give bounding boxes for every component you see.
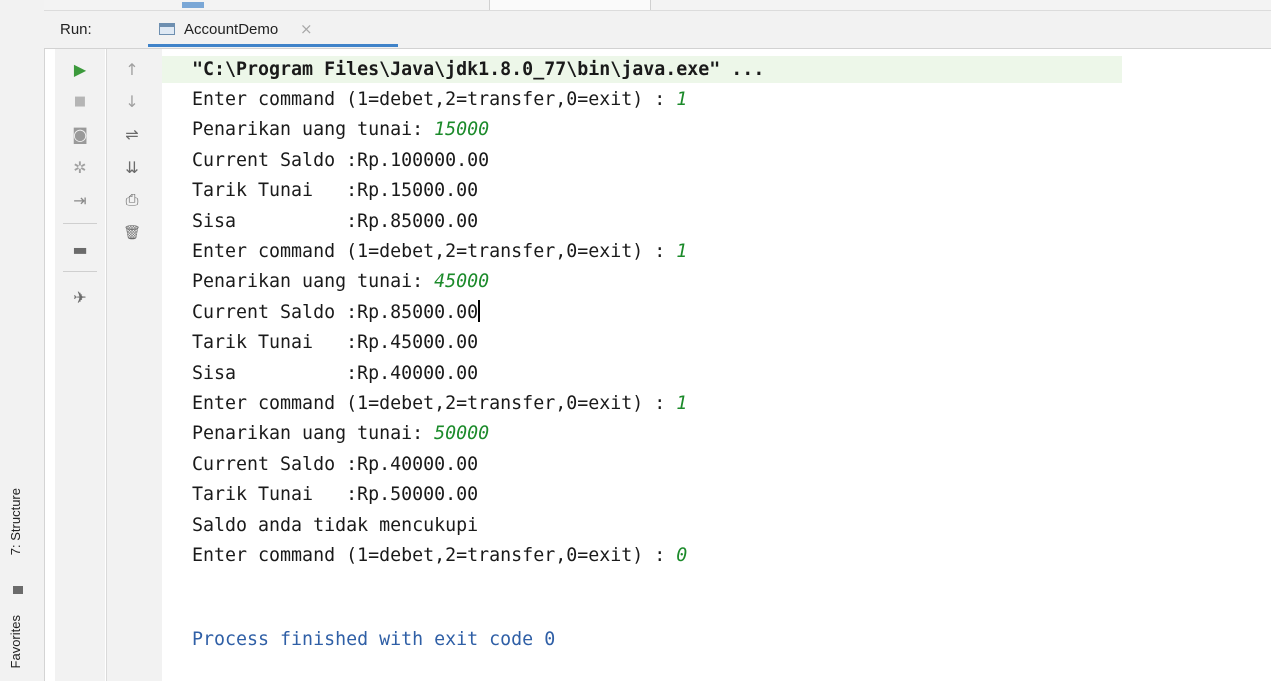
- print-button[interactable]: ⎙: [120, 188, 144, 212]
- console-text: Sisa :Rp.85000.00: [192, 210, 479, 232]
- arrow-down-icon: ↓: [125, 91, 139, 111]
- console-text: Enter command (1=debet,2=transfer,0=exit…: [192, 241, 677, 262]
- console-line: Tarik Tunai :Rp.50000.00: [192, 481, 478, 508]
- close-tab-icon[interactable]: ×: [300, 20, 313, 38]
- top-panel-edge: [44, 0, 1271, 11]
- console-line: Enter command (1=debet,2=transfer,0=exit…: [192, 542, 687, 569]
- console-line: Tarik Tunai :Rp.15000.00: [192, 177, 478, 204]
- exit-login-icon: ⇥: [73, 190, 87, 210]
- pin-tab-button[interactable]: ✈: [68, 285, 92, 309]
- trash-icon: 🗑: [123, 225, 141, 241]
- console-line: Sisa :Rp.40000.00: [192, 360, 478, 387]
- run-label: Run:: [60, 21, 92, 38]
- run-tab-accountdemo[interactable]: AccountDemo ×: [148, 11, 398, 47]
- soft-wrap-button[interactable]: ⇌: [120, 122, 144, 146]
- console-text: Current Saldo :Rp.85000.00: [192, 301, 479, 323]
- folder-icon: [182, 2, 204, 8]
- console-text: Penarikan uang tunai:: [192, 271, 435, 293]
- console-line: Enter command (1=debet,2=transfer,0=exit…: [192, 238, 687, 265]
- user-input-value: 1: [676, 89, 688, 110]
- layout-icon: ▬: [72, 239, 88, 259]
- debug-button[interactable]: ✲: [68, 155, 92, 179]
- favorites-tool-label[interactable]: Favorites: [8, 615, 28, 668]
- down-button[interactable]: ↓: [120, 89, 144, 113]
- console-text: Tarik Tunai :Rp.45000.00: [192, 332, 479, 354]
- up-button[interactable]: ↑: [120, 57, 144, 81]
- user-input-value: 50000: [434, 423, 490, 445]
- user-input-value: 45000: [434, 271, 490, 293]
- play-icon: ▶: [73, 59, 87, 79]
- pin-icon: ✈: [73, 287, 87, 307]
- console-line: Current Saldo :Rp.40000.00: [192, 451, 478, 478]
- console-text: Enter command (1=debet,2=transfer,0=exit…: [192, 89, 677, 110]
- left-tool-strip: 7: Structure Favorites: [0, 0, 45, 681]
- console-text: Enter command (1=debet,2=transfer,0=exit…: [192, 545, 677, 566]
- run-tab-title: AccountDemo: [184, 21, 279, 38]
- user-input-value: 15000: [434, 119, 490, 141]
- clear-all-button[interactable]: 🗑: [120, 221, 144, 245]
- console-line: Tarik Tunai :Rp.45000.00: [192, 329, 478, 356]
- structure-tool-label[interactable]: 7: Structure: [8, 488, 28, 555]
- console-line: Penarikan uang tunai: 50000: [192, 420, 489, 447]
- stop-button[interactable]: ■: [68, 89, 92, 113]
- soft-wrap-icon: ⇌: [125, 124, 139, 144]
- console-text: Current Saldo :Rp.40000.00: [192, 453, 479, 475]
- console-line: Penarikan uang tunai: 45000: [192, 268, 489, 295]
- console-output[interactable]: "C:\Program Files\Java\jdk1.8.0_77\bin\j…: [162, 49, 1271, 681]
- console-text: Tarik Tunai :Rp.50000.00: [192, 484, 479, 506]
- console-line: Enter command (1=debet,2=transfer,0=exit…: [192, 390, 687, 417]
- console-command-line: "C:\Program Files\Java\jdk1.8.0_77\bin\j…: [162, 56, 1122, 83]
- structure-icon: [13, 586, 23, 594]
- rerun-button[interactable]: ▶: [68, 57, 92, 81]
- console-text: Tarik Tunai :Rp.15000.00: [192, 180, 479, 202]
- console-line: Penarikan uang tunai: 15000: [192, 116, 489, 143]
- dump-threads-button[interactable]: ◙: [68, 122, 92, 146]
- user-input-value: 1: [676, 241, 688, 262]
- console-text: Penarikan uang tunai:: [192, 119, 435, 141]
- toolbar-divider: [63, 271, 97, 272]
- arrow-up-icon: ↑: [125, 59, 139, 79]
- console-text: Enter command (1=debet,2=transfer,0=exit…: [192, 393, 677, 414]
- process-finished-message: Process finished with exit code 0: [192, 629, 556, 650]
- user-input-value: 0: [676, 545, 688, 566]
- console-line: Saldo anda tidak mencukupi: [192, 512, 478, 539]
- console-text: Current Saldo :Rp.100000.00: [192, 149, 490, 171]
- console-line: Sisa :Rp.85000.00: [192, 208, 478, 235]
- text-caret: [478, 299, 481, 322]
- run-panel-header: Run: AccountDemo ×: [44, 11, 1271, 49]
- scroll-to-end-icon: ⇊: [125, 157, 139, 177]
- stop-icon: ■: [73, 93, 87, 109]
- console-text: Penarikan uang tunai:: [192, 423, 435, 445]
- console-text: Sisa :Rp.40000.00: [192, 362, 479, 384]
- user-input-value: 1: [676, 393, 688, 414]
- run-toolbar-left: ▶ ■ ◙ ✲ ⇥ ▬ ✈: [55, 49, 105, 681]
- run-toolbar-right: ↑ ↓ ⇌ ⇊ ⎙ 🗑: [106, 49, 163, 681]
- scroll-to-end-button[interactable]: ⇊: [120, 155, 144, 179]
- exit-button[interactable]: ⇥: [68, 188, 92, 212]
- console-line: Current Saldo :Rp.100000.00: [192, 147, 489, 174]
- camera-icon: ◙: [72, 124, 88, 144]
- console-window-icon: [159, 23, 175, 35]
- console-line: Enter command (1=debet,2=transfer,0=exit…: [192, 86, 687, 113]
- console-text: Saldo anda tidak mencukupi: [192, 514, 479, 536]
- print-icon: ⎙: [125, 190, 139, 209]
- console-line: Current Saldo :Rp.85000.00: [192, 299, 481, 326]
- toolbar-divider: [63, 223, 97, 224]
- restore-layout-button[interactable]: ▬: [68, 237, 92, 261]
- debug-icon: ✲: [73, 157, 87, 177]
- editor-tab-edge: [489, 0, 651, 10]
